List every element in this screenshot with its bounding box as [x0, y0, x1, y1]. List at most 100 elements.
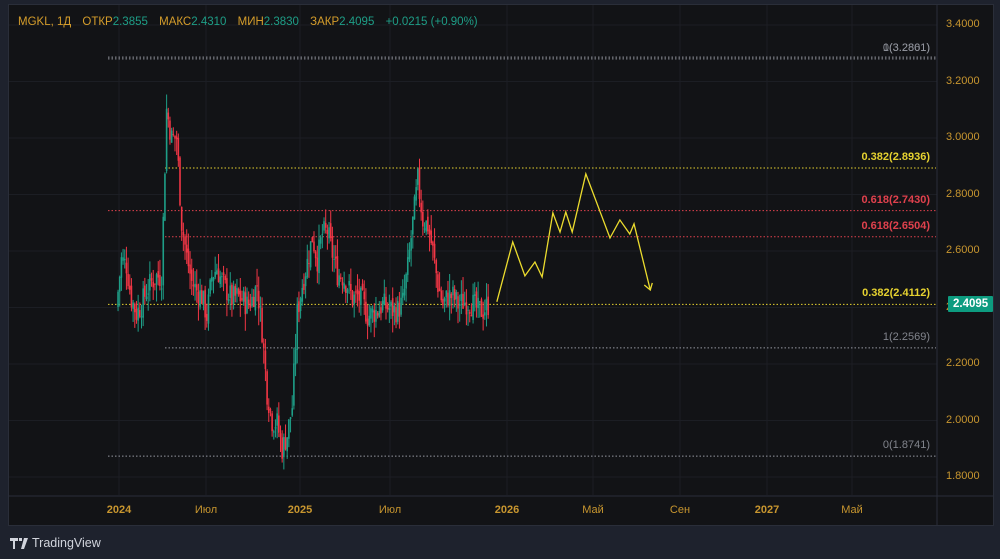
candle-body: [435, 260, 438, 274]
candle-body: [197, 291, 200, 304]
candle-body: [150, 278, 153, 281]
candle-body: [370, 308, 372, 319]
candle-body: [179, 157, 181, 206]
candle-body: [323, 221, 325, 231]
candle-body: [388, 308, 391, 311]
candle-body: [329, 223, 332, 238]
candle-body: [175, 136, 178, 140]
change-value: +0.0215 (+0.90%): [385, 16, 478, 28]
candle-body: [334, 256, 337, 259]
candle-body: [272, 431, 275, 433]
candle-body: [485, 298, 488, 311]
tradingview-logo[interactable]: TradingView: [10, 536, 101, 550]
candle-body: [433, 243, 436, 258]
candle-body: [445, 290, 448, 298]
candle-body: [470, 315, 473, 317]
candle-body: [417, 168, 419, 185]
candle-body: [450, 293, 453, 298]
candle-body: [189, 264, 191, 274]
candle-body: [336, 256, 339, 286]
candle-body: [457, 296, 459, 309]
candle-body: [192, 284, 195, 287]
candle-body: [319, 237, 322, 244]
candle-body: [403, 288, 406, 296]
candle-body: [206, 313, 208, 321]
candle-body: [440, 290, 443, 301]
candle-body: [301, 287, 304, 302]
candle-body: [324, 222, 327, 228]
candle-body: [195, 284, 198, 291]
candle-body: [164, 173, 166, 221]
fib-level-label: 0.618(2.7430): [861, 193, 931, 206]
brand-name: TradingView: [32, 536, 101, 550]
candle-body: [266, 371, 268, 405]
candle-body: [252, 296, 255, 308]
candle-body: [484, 312, 486, 316]
candle-body: [149, 274, 151, 291]
candle-body: [480, 299, 483, 317]
candle-body: [152, 281, 155, 288]
candle-body: [132, 302, 134, 309]
time-axis-label: Сен: [669, 504, 691, 516]
candle-body: [170, 130, 173, 143]
candle-body: [463, 302, 466, 306]
price-axis-label: 3.2000: [946, 74, 980, 87]
candle-body: [174, 135, 176, 139]
candle-body: [326, 229, 329, 235]
candle-body: [391, 298, 394, 317]
candle-body: [351, 291, 354, 306]
candle-body: [251, 296, 253, 307]
symbol-label[interactable]: MGKL, 1Д: [18, 16, 71, 28]
fib-level-label: 0(1.8741): [882, 439, 930, 452]
candle-body: [296, 303, 299, 350]
time-axis-label: 2025: [287, 504, 313, 516]
candle-body: [229, 285, 232, 299]
candle-body: [269, 409, 272, 411]
price-chart[interactable]: [0, 0, 1000, 559]
candle-body: [358, 291, 361, 301]
candle-body: [214, 271, 216, 278]
candle-body: [135, 308, 138, 320]
candle-body: [408, 249, 411, 260]
candle-body: [209, 279, 211, 294]
candle-body: [279, 433, 282, 438]
candle-body: [185, 244, 188, 253]
candle-body: [306, 258, 309, 278]
candle-body: [385, 296, 387, 309]
candle-body: [477, 297, 479, 309]
candle-body: [453, 289, 456, 301]
candle-body: [427, 216, 429, 232]
low-value: 2.3830: [263, 16, 299, 28]
candle-body: [159, 275, 161, 286]
high-label: МАКС: [159, 16, 192, 28]
candle-body: [366, 318, 369, 326]
candle-body: [411, 216, 414, 235]
candle-body: [361, 283, 364, 290]
open-value: 2.3855: [112, 16, 148, 28]
price-axis-label: 3.4000: [946, 18, 980, 30]
candle-body: [286, 437, 288, 452]
candle-body: [345, 286, 347, 293]
candle-body: [145, 296, 148, 300]
candle-body: [199, 290, 201, 307]
candle-body: [288, 419, 290, 439]
candle-body: [422, 211, 424, 227]
tradingview-logo-icon: [10, 537, 28, 549]
candle-body: [226, 278, 228, 300]
candle-body: [293, 363, 295, 406]
candle-body: [339, 277, 342, 280]
candle-body: [264, 350, 267, 370]
candle-body: [460, 293, 463, 302]
candle-body: [455, 292, 458, 300]
candle-body: [303, 283, 305, 290]
candle-body: [184, 236, 186, 245]
candle-body: [254, 286, 257, 311]
price-axis-label: 2.6000: [946, 244, 980, 256]
ohlc-legend: MGKL, 1Д ОТКР2.3855 МАКС2.4310 МИН2.3830…: [18, 16, 486, 28]
candle-body: [368, 315, 371, 326]
candle-body: [383, 293, 386, 305]
price-axis-label: 2.2000: [946, 357, 980, 369]
candle-body: [194, 283, 196, 288]
candle-body: [262, 343, 265, 348]
high-value: 2.4310: [191, 16, 227, 28]
